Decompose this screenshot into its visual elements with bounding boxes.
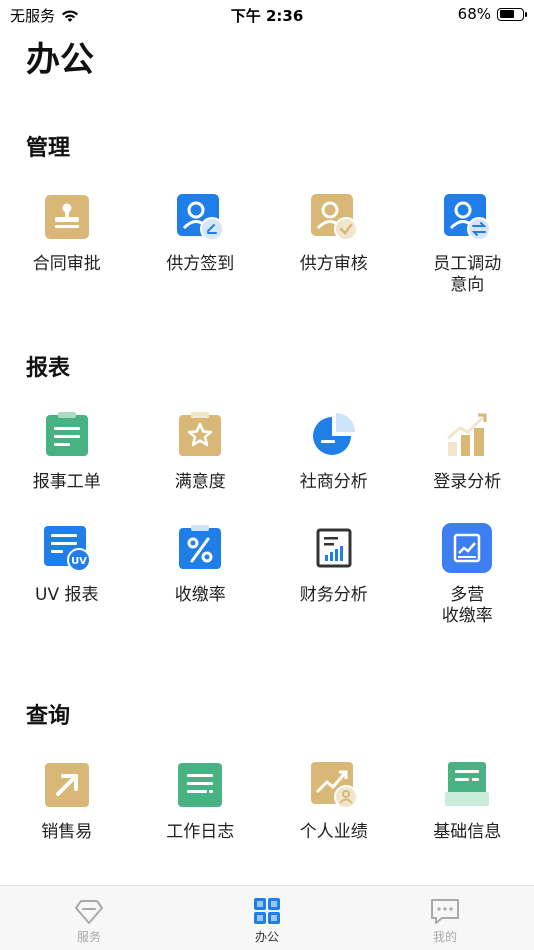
tile-label: 工作日志	[166, 822, 235, 842]
status-right: 68%	[457, 5, 527, 23]
battery-level	[499, 10, 514, 18]
basic-info-icon	[445, 762, 490, 806]
supplier-review-icon	[310, 194, 358, 241]
tile-label: 满意度	[174, 472, 226, 492]
uv-report-icon: UV	[43, 526, 91, 572]
tile-label: 销售易	[41, 822, 93, 842]
supplier-signin-icon	[177, 194, 225, 241]
tile-label: 收缴率	[174, 585, 226, 605]
tile-label: 多营 收缴率	[441, 585, 493, 626]
svg-text:UV: UV	[71, 556, 87, 567]
tab-label: 我的	[432, 930, 457, 944]
section-title-manage: 管理	[26, 136, 71, 161]
tile-supplier-review[interactable]: 供方审核	[267, 192, 401, 296]
personal-performance-icon	[310, 762, 358, 809]
status-time: 下午 2:36	[230, 7, 304, 25]
tile-community-analysis[interactable]: 社商分析	[267, 410, 401, 493]
tile-supplier-signin[interactable]: 供方签到	[134, 192, 268, 296]
page-title: 办公	[26, 40, 94, 80]
diamond-icon	[75, 900, 103, 924]
percent-icon	[179, 525, 222, 569]
tile-label: 社商分析	[299, 472, 368, 492]
tile-label: 员工调动 意向	[433, 254, 502, 295]
tile-work-order[interactable]: 报事工单	[0, 410, 134, 493]
multi-collection-icon	[442, 523, 493, 573]
tab-label: 服务	[76, 930, 101, 944]
tile-sales-easy[interactable]: 销售易	[0, 760, 134, 843]
tab-label: 办公	[254, 930, 279, 944]
grid-icon	[254, 898, 280, 924]
work-order-icon	[45, 412, 88, 456]
query-grid: 销售易 工作日志 个人业绩 基础信息	[0, 760, 534, 843]
tile-label: 基础信息	[433, 822, 502, 842]
tile-contract-approval[interactable]: 合同审批	[0, 192, 134, 296]
tile-label: 登录分析	[433, 472, 502, 492]
contract-stamp-icon	[44, 195, 89, 239]
tile-label: 报事工单	[32, 472, 101, 492]
satisfaction-icon	[179, 412, 222, 456]
status-bar: 无服务 下午 2:36 68%	[0, 0, 534, 28]
tile-label: 合同审批	[32, 254, 101, 274]
tile-satisfaction[interactable]: 满意度	[134, 410, 268, 493]
tile-label: UV 报表	[35, 585, 99, 605]
tile-label: 财务分析	[299, 585, 368, 605]
tab-bar: 服务 办公 我的	[0, 885, 534, 950]
reports-grid: 报事工单 满意度 社商分析 登录分析 UV UV 报表 收缴率 财务分析 多营 …	[0, 410, 534, 627]
tile-basic-info[interactable]: 基础信息	[401, 760, 534, 843]
tile-label: 供方审核	[299, 254, 368, 274]
section-title-reports: 报表	[26, 356, 71, 381]
tab-service[interactable]: 服务	[0, 886, 178, 950]
work-log-icon	[178, 763, 223, 807]
staff-transfer-icon	[444, 194, 492, 241]
sales-arrow-icon	[44, 763, 89, 807]
tile-login-analysis[interactable]: 登录分析	[401, 410, 534, 493]
tab-office[interactable]: 办公	[178, 886, 356, 950]
tile-multi-collection-rate[interactable]: 多营 收缴率	[401, 523, 534, 627]
tile-staff-transfer[interactable]: 员工调动 意向	[401, 192, 534, 296]
tile-work-log[interactable]: 工作日志	[134, 760, 268, 843]
section-title-query: 查询	[26, 704, 71, 729]
bar-trend-icon	[447, 413, 487, 456]
tile-collection-rate[interactable]: 收缴率	[134, 523, 268, 627]
battery-percent: 68%	[457, 5, 491, 23]
tile-personal-performance[interactable]: 个人业绩	[267, 760, 401, 843]
finance-chart-icon	[316, 528, 352, 568]
manage-grid: 合同审批 供方签到 供方审核 员工调动 意向	[0, 192, 534, 296]
tile-label: 供方签到	[166, 254, 235, 274]
tab-mine[interactable]: 我的	[356, 886, 534, 950]
tile-finance-analysis[interactable]: 财务分析	[267, 523, 401, 627]
pie-chart-icon	[312, 413, 355, 455]
tile-uv-report[interactable]: UV UV 报表	[0, 523, 134, 627]
chat-icon	[431, 899, 459, 924]
tile-label: 个人业绩	[299, 822, 368, 842]
battery-icon	[497, 7, 527, 21]
